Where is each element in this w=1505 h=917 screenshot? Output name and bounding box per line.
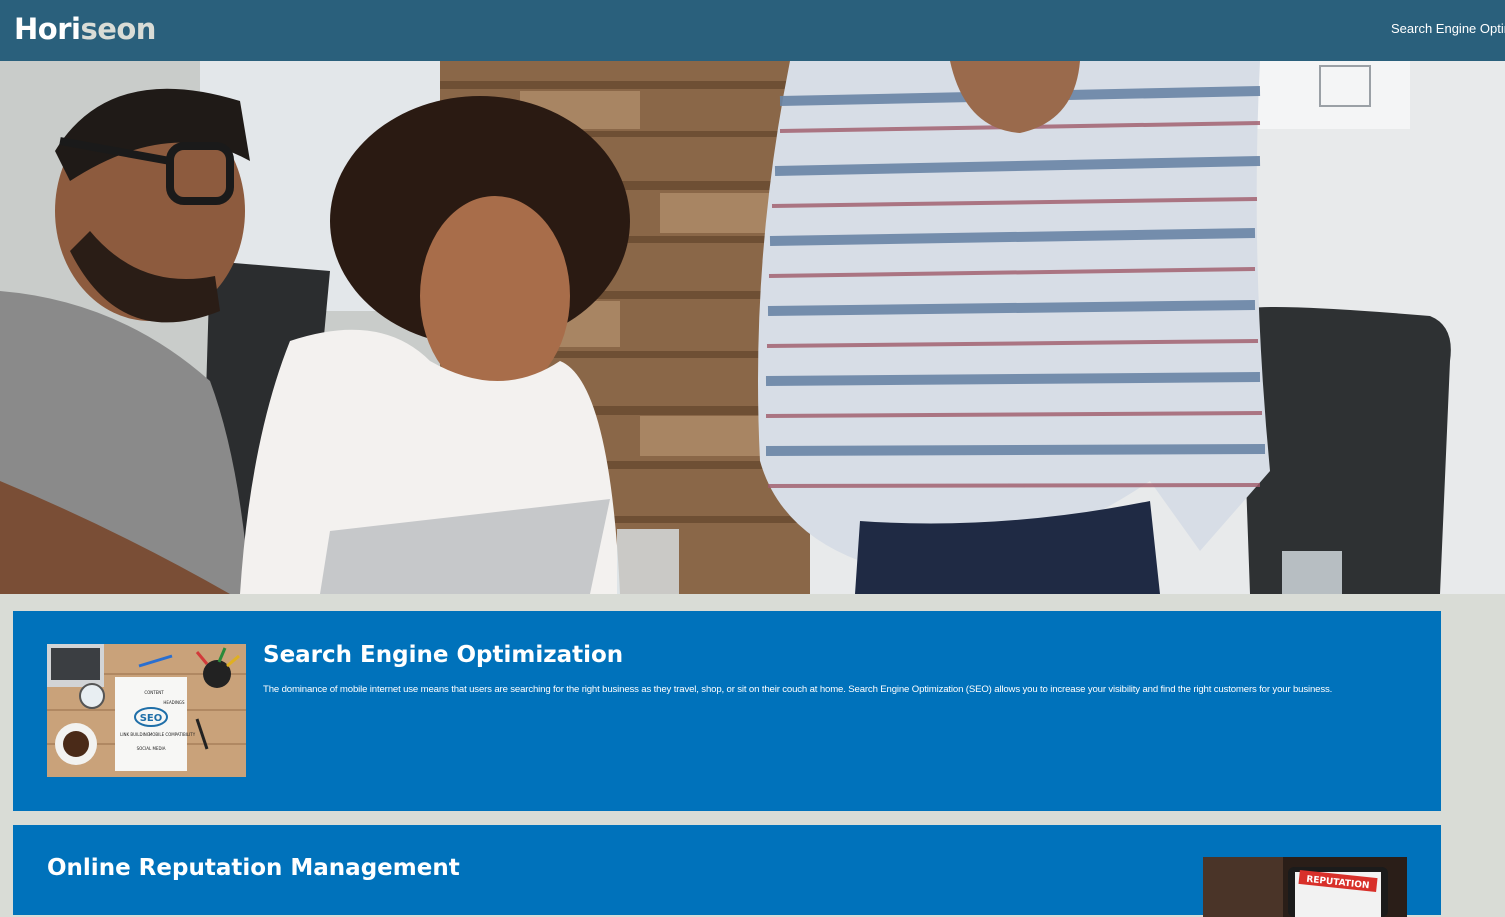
site-logo[interactable]: Horiseon bbox=[14, 10, 156, 48]
hero-image bbox=[0, 61, 1505, 594]
seo-image: SEO CONTENT HEADINGS MOBILE COMPATIBILIT… bbox=[47, 644, 246, 777]
online-reputation-title: Online Reputation Management bbox=[47, 855, 460, 881]
seo-image-headings-label: HEADINGS bbox=[163, 700, 185, 705]
seo-image-social-label: SOCIAL MEDIA bbox=[137, 746, 166, 751]
seo-image-content-label: CONTENT bbox=[144, 690, 164, 695]
nav-link-search-engine-optimization[interactable]: Search Engine Optim bbox=[1391, 0, 1505, 57]
seo-description: The dominance of mobile internet use mea… bbox=[263, 684, 1333, 695]
seo-section: SEO CONTENT HEADINGS MOBILE COMPATIBILIT… bbox=[13, 611, 1441, 811]
seo-image-label: SEO bbox=[140, 713, 163, 724]
seo-title: Search Engine Optimization bbox=[263, 642, 624, 668]
site-header: Horiseon Search Engine Optim bbox=[0, 0, 1505, 61]
online-reputation-image: REPUTATION bbox=[1203, 857, 1407, 917]
logo-primary-text: Hori bbox=[14, 12, 81, 46]
online-reputation-section: Online Reputation Management REPUTATION bbox=[13, 825, 1441, 917]
seo-image-mobile-label: MOBILE COMPATIBILITY bbox=[149, 732, 196, 737]
seo-image-link-label: LINK BUILDING bbox=[120, 732, 150, 737]
logo-secondary-text: seon bbox=[80, 12, 156, 46]
